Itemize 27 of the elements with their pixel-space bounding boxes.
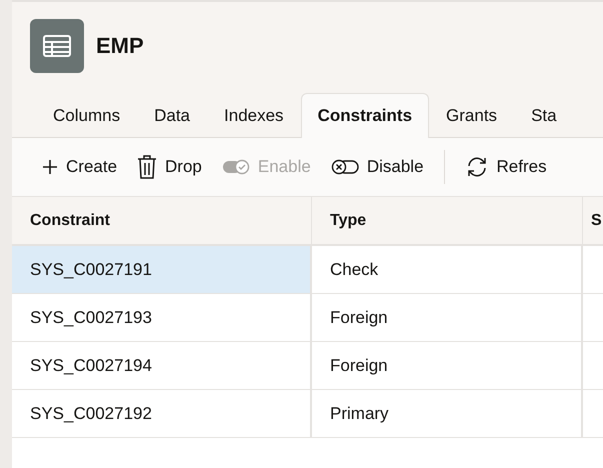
table-cell: Foreign	[312, 342, 583, 390]
tab[interactable]: Indexes	[207, 93, 301, 138]
table-cell: SYS_C0027194	[12, 342, 312, 390]
plus-icon	[42, 159, 58, 175]
table-title: EMP	[96, 33, 144, 59]
toggle-check-icon	[222, 159, 250, 175]
column-header: S	[583, 197, 603, 246]
table-cell: Check	[312, 246, 583, 294]
refresh-button[interactable]: Refres	[454, 155, 557, 179]
table-cell: SYS_C0027191	[12, 246, 312, 294]
tab[interactable]: Sta	[514, 93, 574, 138]
drop-button[interactable]: Drop	[127, 155, 212, 179]
tab[interactable]: Grants	[429, 93, 514, 138]
tab[interactable]: Data	[137, 93, 208, 138]
toggle-x-icon	[330, 159, 359, 175]
column-header: Constraint	[12, 197, 312, 246]
create-button[interactable]: Create	[32, 157, 128, 177]
table-icon	[30, 19, 84, 73]
table-cell: SYS_C0027193	[12, 294, 312, 342]
tab[interactable]: Constraints	[300, 93, 430, 138]
table-cell: Primary	[312, 390, 583, 438]
disable-button[interactable]: Disable	[320, 157, 434, 177]
column-header: Type	[312, 197, 583, 246]
tab[interactable]: Columns	[36, 93, 138, 138]
table-cell: Foreign	[312, 294, 583, 342]
trash-icon	[137, 155, 158, 179]
table-cell: SYS_C0027192	[12, 390, 312, 438]
